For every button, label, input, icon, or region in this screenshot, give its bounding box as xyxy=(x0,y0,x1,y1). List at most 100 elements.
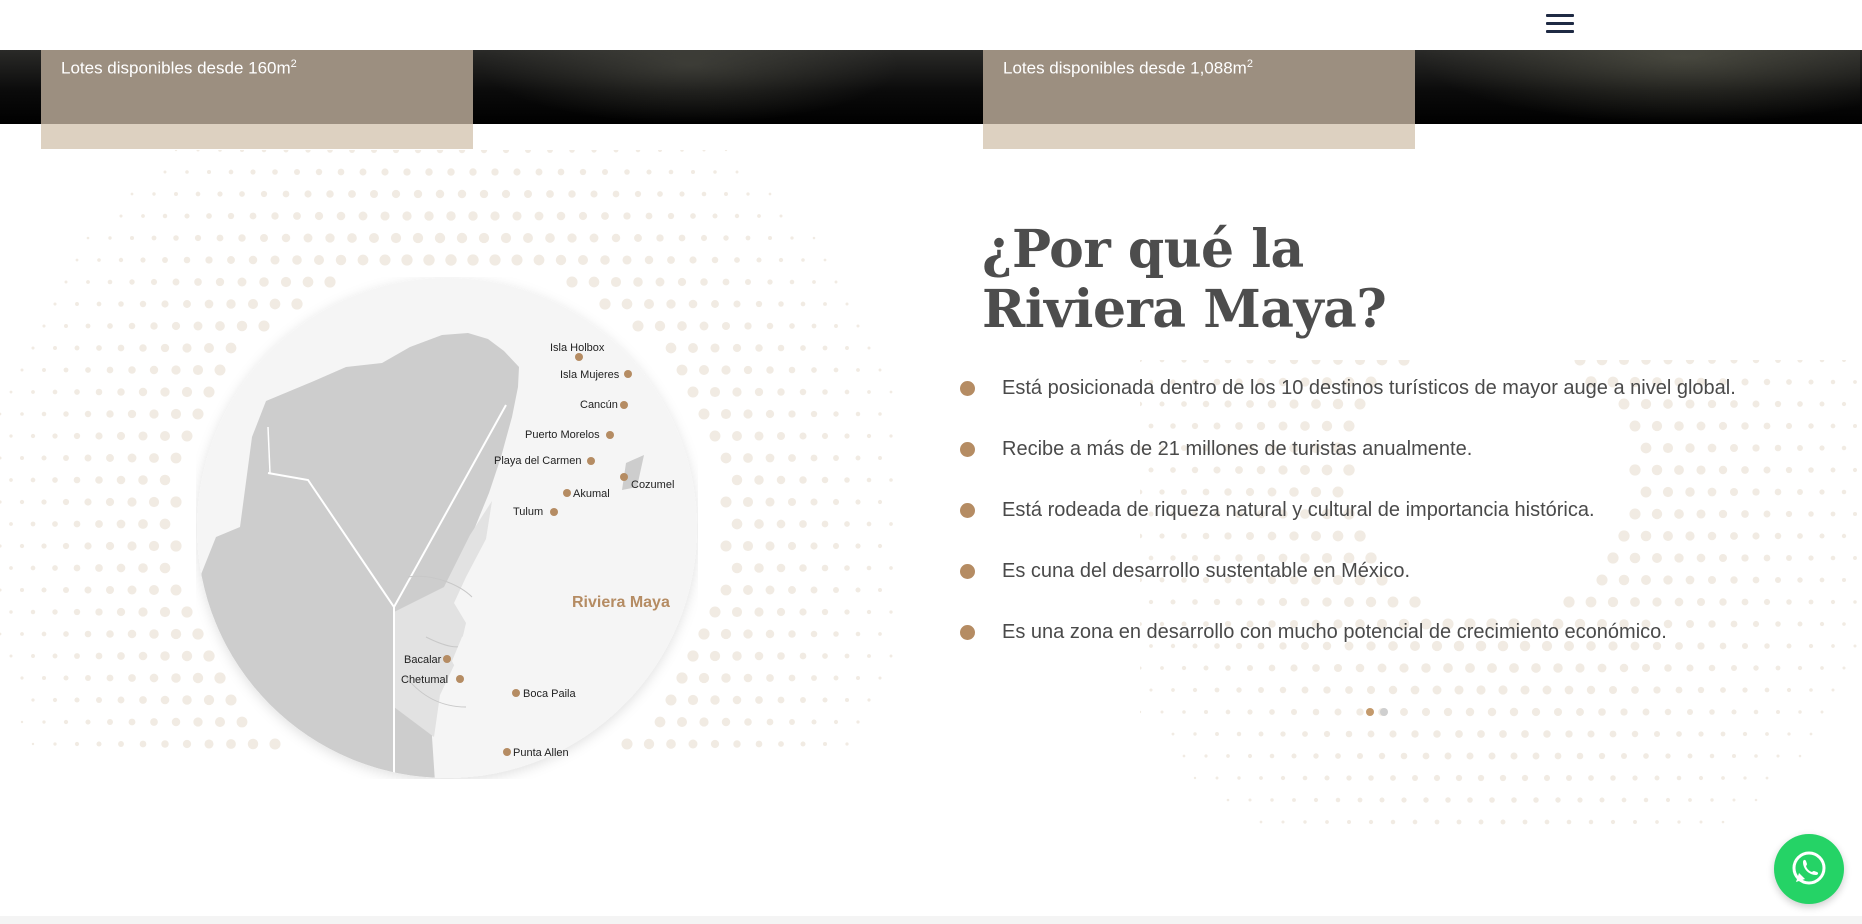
decorative-dot xyxy=(766,718,774,726)
decorative-dot xyxy=(812,280,816,284)
decorative-dot xyxy=(1787,732,1791,736)
decorative-dot xyxy=(765,585,775,595)
decorative-dot xyxy=(833,675,839,681)
decorative-dot xyxy=(1632,775,1638,781)
decorative-dot xyxy=(765,629,775,639)
decorative-dot xyxy=(85,323,91,329)
decorative-dot xyxy=(856,324,860,328)
carousel-dot[interactable] xyxy=(1380,708,1388,716)
decorative-dot xyxy=(744,278,752,286)
decorative-dot xyxy=(283,150,289,153)
decorative-dot xyxy=(84,498,92,506)
decorative-dot xyxy=(95,476,103,484)
decorative-dot xyxy=(787,497,797,507)
reasons-list: Está posicionada dentro de los 10 destin… xyxy=(958,368,1778,673)
decorative-dot xyxy=(105,585,115,595)
decorative-dot xyxy=(844,433,850,439)
decorative-dot xyxy=(855,543,861,549)
decorative-dot xyxy=(698,364,710,376)
decorative-dot xyxy=(1292,798,1296,802)
decorative-dot xyxy=(127,497,137,507)
decorative-dot xyxy=(1149,688,1153,692)
decorative-dot xyxy=(1313,797,1319,803)
decorative-dot xyxy=(1786,643,1792,649)
decorative-dot xyxy=(238,234,246,242)
list-item: Es cuna del desarrollo sustentable en Mé… xyxy=(958,551,1778,592)
decorative-dot xyxy=(1765,776,1769,780)
decorative-dot xyxy=(755,344,763,352)
decorative-dot xyxy=(1302,731,1308,737)
lot-card[interactable]: Lotes disponibles desde 160m2 xyxy=(41,50,473,149)
decorative-dot xyxy=(1367,730,1375,738)
decorative-dot xyxy=(447,168,455,176)
decorative-dot xyxy=(1214,687,1220,693)
decorative-dot xyxy=(75,302,79,306)
decorative-dot xyxy=(713,170,717,174)
decorative-dot xyxy=(106,630,114,638)
decorative-dot xyxy=(1576,752,1584,760)
decorative-dot xyxy=(1830,555,1836,561)
decorative-dot xyxy=(667,256,675,264)
decorative-dot xyxy=(1555,797,1561,803)
decorative-dot xyxy=(171,673,181,683)
decorative-dot xyxy=(9,434,13,438)
decorative-dot xyxy=(812,236,816,240)
decorative-dot xyxy=(1676,731,1682,737)
decorative-dot xyxy=(877,543,883,549)
decorative-dot xyxy=(457,189,467,199)
decorative-dot xyxy=(789,323,795,329)
decorative-dot xyxy=(1411,730,1419,738)
decorative-dot xyxy=(95,564,103,572)
decorative-dot xyxy=(1398,360,1410,366)
decorative-dot xyxy=(1785,422,1793,430)
decorative-dot xyxy=(754,607,764,617)
decorative-dot xyxy=(1663,360,1673,365)
decorative-dot xyxy=(31,698,35,702)
decorative-dot xyxy=(855,675,861,681)
decorative-dot xyxy=(1289,360,1299,365)
decorative-dot xyxy=(1808,511,1814,517)
decorative-dot xyxy=(623,212,631,220)
site-header xyxy=(0,0,1862,50)
decorative-dot xyxy=(578,255,588,265)
decorative-dot xyxy=(1433,730,1441,738)
decorative-dot xyxy=(1215,732,1219,736)
decorative-dot xyxy=(74,389,80,395)
decorative-dot xyxy=(1335,797,1341,803)
decorative-dot xyxy=(1841,445,1847,451)
decorative-dot xyxy=(1819,360,1825,363)
decorative-dot xyxy=(1345,686,1353,694)
yucatan-map: Isla Holbox Isla Mujeres Cancún Puerto M… xyxy=(196,277,698,779)
decorative-dot xyxy=(1356,708,1364,716)
decorative-dot xyxy=(19,543,25,549)
decorative-dot xyxy=(0,412,2,416)
decorative-dot xyxy=(1182,754,1186,758)
decorative-dot xyxy=(833,631,839,637)
decorative-dot xyxy=(1182,710,1186,714)
lot-card[interactable]: Lotes disponibles desde 1,088m2 xyxy=(983,50,1415,149)
decorative-dot xyxy=(1841,401,1847,407)
decorative-dot xyxy=(1764,687,1770,693)
decorative-dot xyxy=(183,256,191,264)
decorative-dot xyxy=(1809,688,1813,692)
decorative-dot xyxy=(20,720,24,724)
decorative-dot xyxy=(117,388,125,396)
decorative-dot xyxy=(877,587,883,593)
decorative-dot xyxy=(1621,797,1627,803)
whatsapp-button[interactable] xyxy=(1774,834,1844,904)
decorative-dot xyxy=(19,587,25,593)
decorative-dot xyxy=(150,322,158,330)
decorative-dot xyxy=(20,368,24,372)
decorative-dot xyxy=(1312,708,1320,716)
decorative-dot xyxy=(435,189,445,199)
decorative-dot xyxy=(105,541,115,551)
decorative-dot xyxy=(709,606,721,618)
decorative-dot xyxy=(107,279,113,285)
decorative-dot xyxy=(1786,379,1792,385)
carousel-dot-active[interactable] xyxy=(1366,708,1374,716)
decorative-dot xyxy=(84,454,92,462)
hamburger-menu-icon[interactable] xyxy=(1546,14,1574,36)
decorative-dot xyxy=(159,430,171,442)
decorative-dot xyxy=(248,255,258,265)
decorative-dot xyxy=(183,300,191,308)
